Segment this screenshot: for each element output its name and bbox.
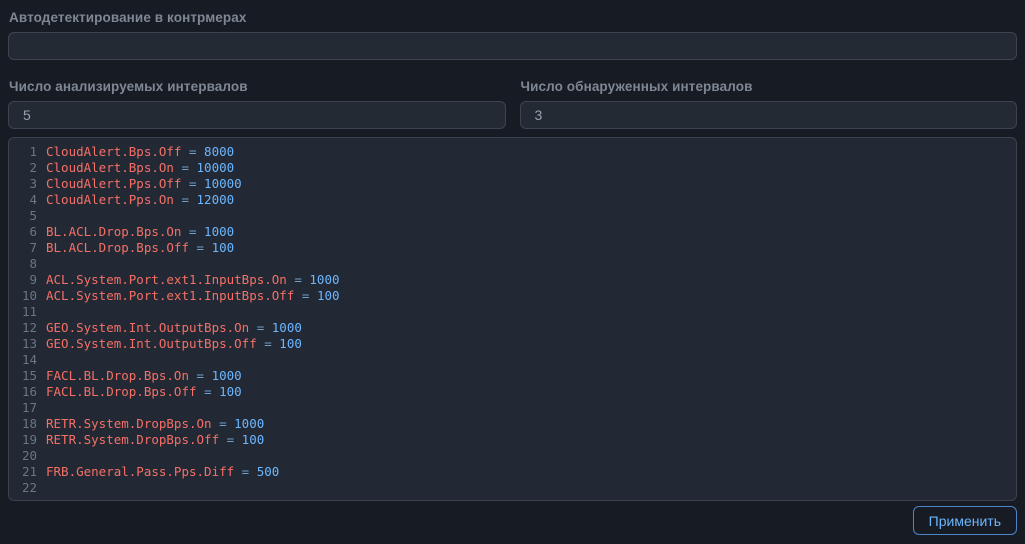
editor-line[interactable]: 12GEO.System.Int.OutputBps.On = 1000 bbox=[9, 320, 1008, 336]
code-text: RETR.System.DropBps.Off = 100 bbox=[37, 432, 264, 448]
line-number: 10 bbox=[9, 288, 37, 304]
editor-line[interactable]: 21FRB.General.Pass.Pps.Diff = 500 bbox=[9, 464, 1008, 480]
line-number: 18 bbox=[9, 416, 37, 432]
code-text bbox=[37, 256, 46, 272]
line-number: 4 bbox=[9, 192, 37, 208]
detected-intervals-input[interactable] bbox=[520, 101, 1018, 129]
code-text: BL.ACL.Drop.Bps.On = 1000 bbox=[37, 224, 234, 240]
code-text: ACL.System.Port.ext1.InputBps.Off = 100 bbox=[37, 288, 340, 304]
line-number: 12 bbox=[9, 320, 37, 336]
editor-line[interactable]: 3CloudAlert.Pps.Off = 10000 bbox=[9, 176, 1008, 192]
line-number: 5 bbox=[9, 208, 37, 224]
code-text: CloudAlert.Bps.Off = 8000 bbox=[37, 144, 234, 160]
code-text: RETR.System.DropBps.On = 1000 bbox=[37, 416, 264, 432]
editor-line[interactable]: 5 bbox=[9, 208, 1008, 224]
code-text bbox=[37, 304, 46, 320]
editor-line[interactable]: 2CloudAlert.Bps.On = 10000 bbox=[9, 160, 1008, 176]
editor-line[interactable]: 9ACL.System.Port.ext1.InputBps.On = 1000 bbox=[9, 272, 1008, 288]
code-text bbox=[37, 448, 46, 464]
code-text bbox=[37, 400, 46, 416]
editor-line[interactable]: 20 bbox=[9, 448, 1008, 464]
code-text: GEO.System.Int.OutputBps.Off = 100 bbox=[37, 336, 302, 352]
editor-line[interactable]: 8 bbox=[9, 256, 1008, 272]
code-text: FACL.BL.Drop.Bps.Off = 100 bbox=[37, 384, 242, 400]
autodetect-label: Автодетектирование в контрмерах bbox=[8, 8, 1017, 25]
line-number: 21 bbox=[9, 464, 37, 480]
code-text bbox=[37, 480, 46, 496]
line-number: 19 bbox=[9, 432, 37, 448]
line-number: 14 bbox=[9, 352, 37, 368]
line-number: 11 bbox=[9, 304, 37, 320]
editor-line[interactable]: 19RETR.System.DropBps.Off = 100 bbox=[9, 432, 1008, 448]
editor-line[interactable]: 1CloudAlert.Bps.Off = 8000 bbox=[9, 144, 1008, 160]
code-text: CloudAlert.Pps.Off = 10000 bbox=[37, 176, 242, 192]
code-text bbox=[37, 208, 46, 224]
line-number: 22 bbox=[9, 480, 37, 496]
editor-line[interactable]: 13GEO.System.Int.OutputBps.Off = 100 bbox=[9, 336, 1008, 352]
footer-bar: Применить bbox=[8, 506, 1017, 536]
editor-line[interactable]: 11 bbox=[9, 304, 1008, 320]
editor-line[interactable]: 18RETR.System.DropBps.On = 1000 bbox=[9, 416, 1008, 432]
analyzed-intervals-input[interactable] bbox=[8, 101, 506, 129]
editor-line[interactable]: 15FACL.BL.Drop.Bps.On = 1000 bbox=[9, 368, 1008, 384]
line-number: 2 bbox=[9, 160, 37, 176]
editor-line[interactable]: 16FACL.BL.Drop.Bps.Off = 100 bbox=[9, 384, 1008, 400]
config-editor[interactable]: 1CloudAlert.Bps.Off = 80002CloudAlert.Bp… bbox=[8, 137, 1017, 501]
line-number: 9 bbox=[9, 272, 37, 288]
editor-line[interactable]: 7BL.ACL.Drop.Bps.Off = 100 bbox=[9, 240, 1008, 256]
editor-line[interactable]: 6BL.ACL.Drop.Bps.On = 1000 bbox=[9, 224, 1008, 240]
code-text: GEO.System.Int.OutputBps.On = 1000 bbox=[37, 320, 302, 336]
line-number: 15 bbox=[9, 368, 37, 384]
code-text: ACL.System.Port.ext1.InputBps.On = 1000 bbox=[37, 272, 340, 288]
apply-button[interactable]: Применить bbox=[913, 506, 1017, 535]
analyzed-intervals-label: Число анализируемых интервалов bbox=[8, 77, 506, 94]
code-text bbox=[37, 352, 46, 368]
line-number: 8 bbox=[9, 256, 37, 272]
code-text: CloudAlert.Bps.On = 10000 bbox=[37, 160, 234, 176]
editor-line[interactable]: 10ACL.System.Port.ext1.InputBps.Off = 10… bbox=[9, 288, 1008, 304]
editor-line[interactable]: 17 bbox=[9, 400, 1008, 416]
line-number: 13 bbox=[9, 336, 37, 352]
code-text: CloudAlert.Pps.On = 12000 bbox=[37, 192, 234, 208]
editor-line[interactable]: 4CloudAlert.Pps.On = 12000 bbox=[9, 192, 1008, 208]
autodetect-input[interactable] bbox=[8, 32, 1017, 60]
line-number: 1 bbox=[9, 144, 37, 160]
line-number: 7 bbox=[9, 240, 37, 256]
detected-intervals-label: Число обнаруженных интервалов bbox=[520, 77, 1018, 94]
code-text: FACL.BL.Drop.Bps.On = 1000 bbox=[37, 368, 242, 384]
editor-line[interactable]: 14 bbox=[9, 352, 1008, 368]
line-number: 20 bbox=[9, 448, 37, 464]
line-number: 17 bbox=[9, 400, 37, 416]
autodetect-settings-page: Автодетектирование в контрмерах Число ан… bbox=[0, 0, 1025, 544]
line-number: 16 bbox=[9, 384, 37, 400]
code-text: FRB.General.Pass.Pps.Diff = 500 bbox=[37, 464, 279, 480]
code-text: BL.ACL.Drop.Bps.Off = 100 bbox=[37, 240, 234, 256]
line-number: 6 bbox=[9, 224, 37, 240]
editor-line[interactable]: 22 bbox=[9, 480, 1008, 496]
line-number: 3 bbox=[9, 176, 37, 192]
